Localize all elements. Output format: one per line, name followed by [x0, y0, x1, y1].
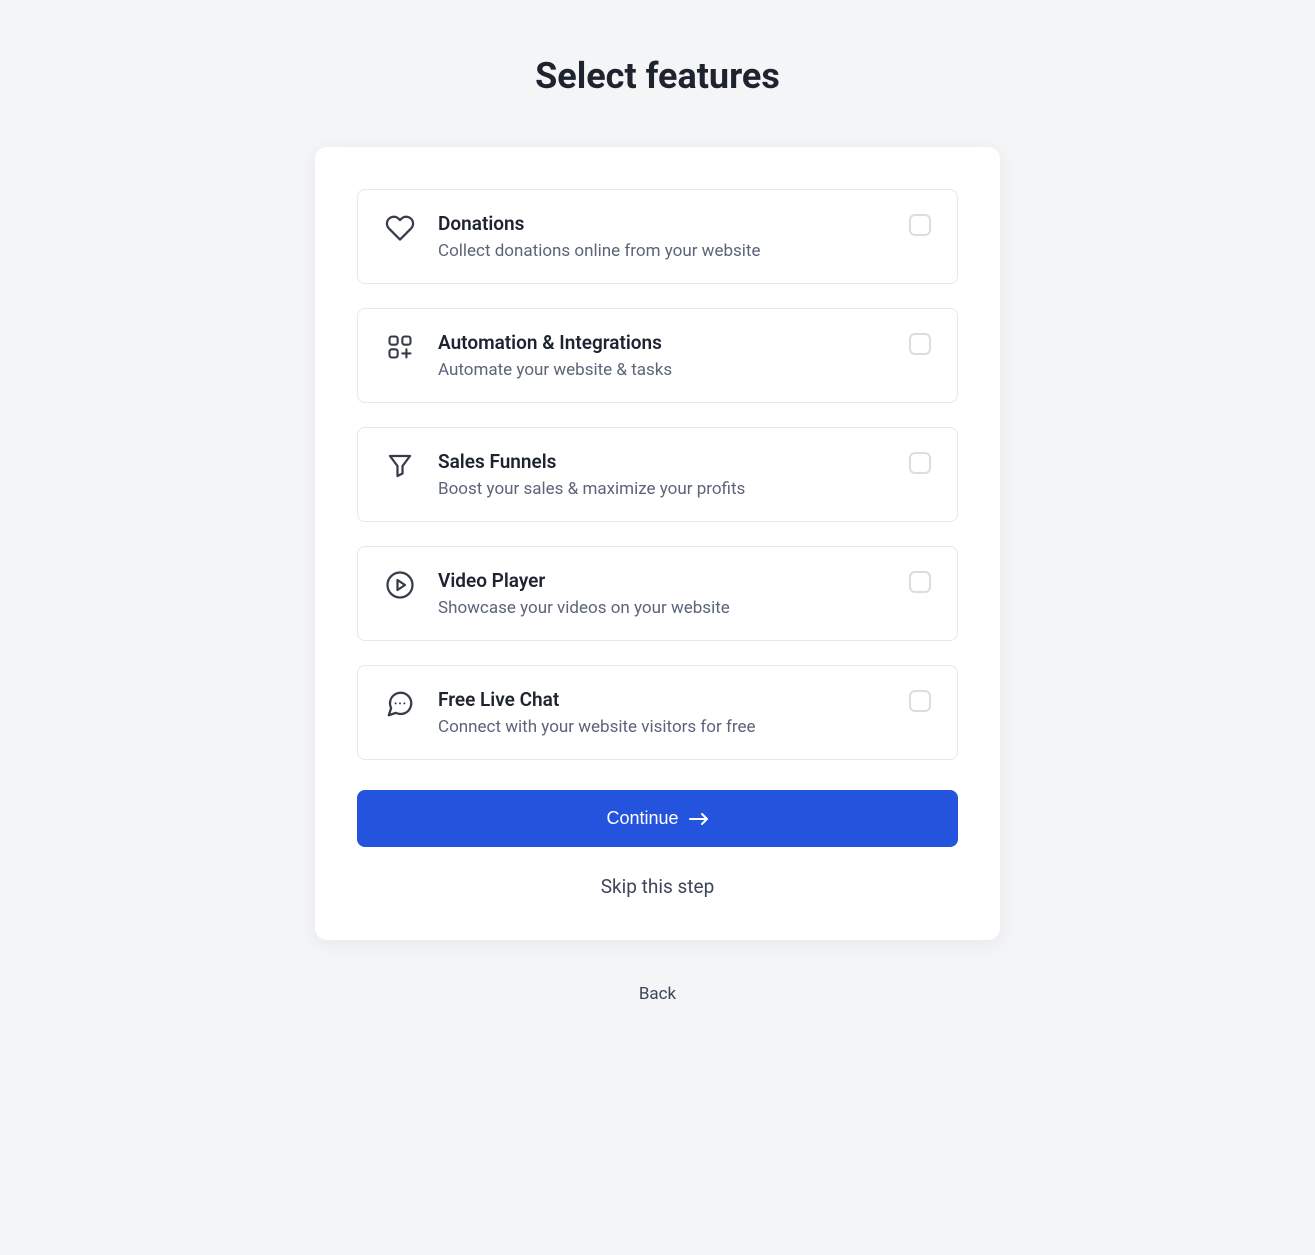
feature-sales-funnels[interactable]: Sales Funnels Boost your sales & maximiz…: [357, 427, 958, 522]
features-card: Donations Collect donations online from …: [315, 147, 1000, 940]
feature-title: Free Live Chat: [438, 688, 893, 711]
play-circle-icon: [384, 569, 416, 601]
feature-desc: Showcase your videos on your website: [438, 598, 893, 618]
feature-title: Automation & Integrations: [438, 331, 893, 354]
heart-icon: [384, 212, 416, 244]
feature-checkbox[interactable]: [909, 452, 931, 474]
feature-title: Donations: [438, 212, 893, 235]
page-title: Select features: [0, 55, 1315, 97]
continue-label: Continue: [606, 808, 678, 829]
feature-text: Video Player Showcase your videos on you…: [438, 569, 893, 618]
feature-donations[interactable]: Donations Collect donations online from …: [357, 189, 958, 284]
feature-text: Sales Funnels Boost your sales & maximiz…: [438, 450, 893, 499]
feature-desc: Collect donations online from your websi…: [438, 241, 893, 261]
back-link[interactable]: Back: [0, 984, 1315, 1004]
feature-live-chat[interactable]: Free Live Chat Connect with your website…: [357, 665, 958, 760]
feature-title: Sales Funnels: [438, 450, 893, 473]
feature-title: Video Player: [438, 569, 893, 592]
feature-text: Free Live Chat Connect with your website…: [438, 688, 893, 737]
feature-checkbox[interactable]: [909, 333, 931, 355]
chat-icon: [384, 688, 416, 720]
feature-text: Donations Collect donations online from …: [438, 212, 893, 261]
feature-desc: Automate your website & tasks: [438, 360, 893, 380]
feature-desc: Boost your sales & maximize your profits: [438, 479, 893, 499]
feature-automation[interactable]: Automation & Integrations Automate your …: [357, 308, 958, 403]
skip-link[interactable]: Skip this step: [357, 875, 958, 898]
feature-text: Automation & Integrations Automate your …: [438, 331, 893, 380]
feature-checkbox[interactable]: [909, 214, 931, 236]
grid-plus-icon: [384, 331, 416, 363]
funnel-icon: [384, 450, 416, 482]
feature-checkbox[interactable]: [909, 690, 931, 712]
feature-video-player[interactable]: Video Player Showcase your videos on you…: [357, 546, 958, 641]
arrow-right-icon: [689, 812, 709, 826]
continue-button[interactable]: Continue: [357, 790, 958, 847]
feature-desc: Connect with your website visitors for f…: [438, 717, 893, 737]
feature-checkbox[interactable]: [909, 571, 931, 593]
